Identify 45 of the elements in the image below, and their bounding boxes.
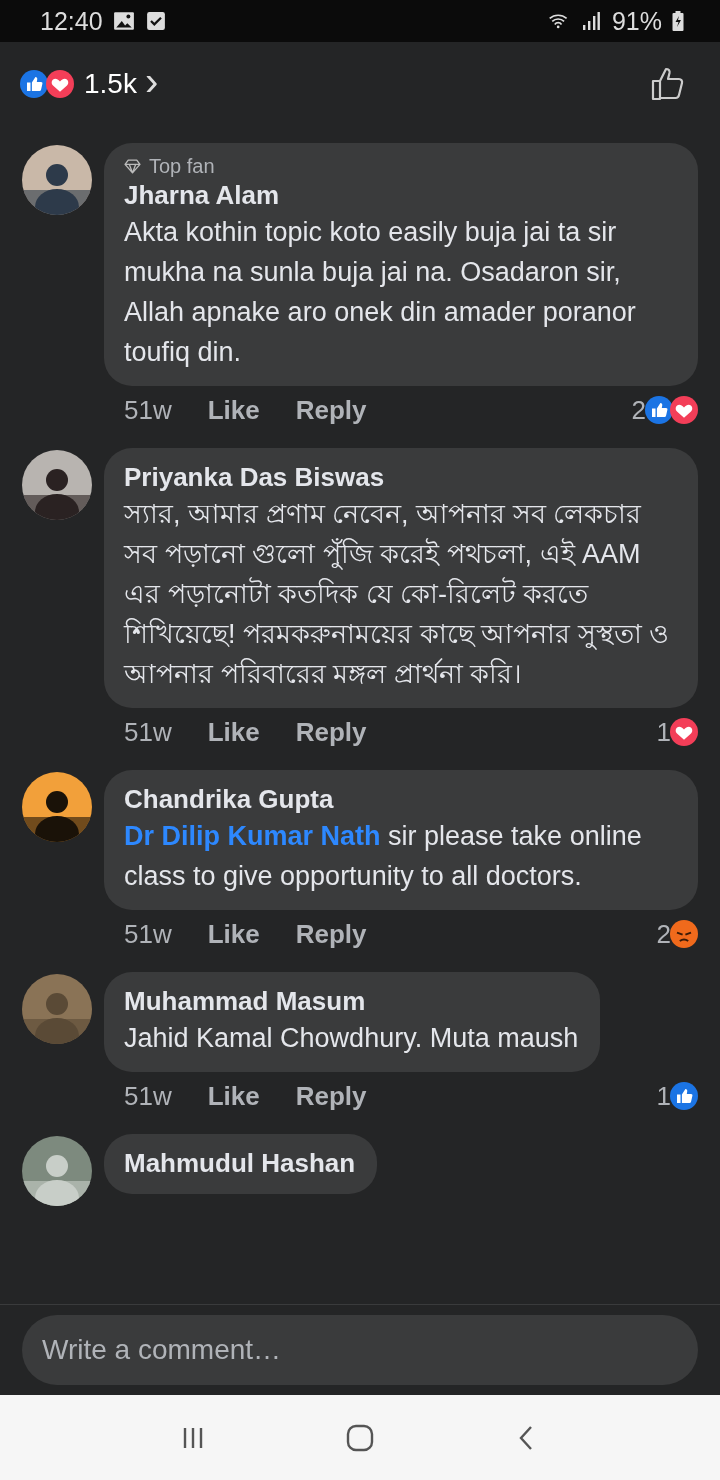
reply-link[interactable]: Reply (295, 716, 367, 748)
like-reaction-icon (645, 396, 673, 424)
like-reaction-icon (20, 69, 48, 98)
home-icon[interactable] (346, 1423, 374, 1452)
heart-reaction-icon (46, 69, 74, 98)
diamond-icon (124, 159, 141, 174)
like-reaction-icon (670, 1082, 698, 1110)
commenter-name[interactable]: Mahmudul Hashan (124, 1146, 356, 1180)
comment-text: Dr Dilip Kumar Nath sir please take online class to give opportunity to all doctors. (124, 820, 643, 893)
reply-link[interactable]: Reply (295, 394, 367, 426)
comment-time: 51w (124, 716, 172, 748)
comment-input-field[interactable]: Write a comment… (22, 1315, 698, 1385)
reaction-count: 2 (656, 918, 671, 950)
commenter-name[interactable]: Muhammad Masum (124, 984, 579, 1018)
heart-reaction-icon (670, 396, 698, 424)
comment-text: Jahid Kamal Chowdhury. Muta maush (124, 1022, 579, 1055)
reply-link[interactable]: Reply (295, 918, 367, 950)
like-link[interactable]: Like (207, 918, 260, 950)
heart-reaction-icon (670, 718, 698, 746)
comment-time: 51w (124, 1080, 172, 1112)
gallery-icon (112, 11, 135, 31)
battery-icon (672, 11, 684, 31)
comment-text: Akta kothin topic koto easily buja jai ta sir mukha na sunla buja jai na. Osadaron sir, Allah apnake aro onek din amader poranor toufiq din. (124, 216, 637, 369)
commenter-name[interactable]: Jharna Alam (124, 178, 676, 212)
comment-time: 51w (124, 394, 172, 426)
reaction-count: 1 (656, 1080, 671, 1112)
battery-percentage: 91% (611, 6, 662, 36)
like-button-icon[interactable] (650, 65, 686, 102)
status-time: 12:40 (40, 6, 103, 36)
reaction-count: 1 (656, 716, 671, 748)
like-link[interactable]: Like (207, 716, 260, 748)
commenter-name[interactable]: Chandrika Gupta (124, 782, 676, 816)
chevron-icon[interactable]: › (144, 60, 159, 101)
commenter-name[interactable]: Priyanka Das Biswas (124, 460, 676, 494)
reaction-count: 2 (631, 394, 646, 426)
checkbox-notification-icon (144, 11, 167, 31)
wifi-icon (547, 11, 570, 31)
reaction-count[interactable]: 1.5k (84, 67, 137, 100)
comment-time: 51w (124, 918, 172, 950)
like-link[interactable]: Like (207, 394, 260, 426)
comment-text: স্যার, আমার প্রণাম নেবেন, আপনার সব লেকচার সব পড়ানো গুলো পুঁজি করেই পথচলা, এই AAM এর পড়ানোটা কতদিক যে কো-রিলেট করতে শিখিয়েছে! পরমকরুনাময়ের কাছে আপনার সুস্থতা ও আপনার পরিবারের মঙ্গল প্রার্থনা করি। (124, 498, 670, 691)
angry-reaction-icon (670, 920, 698, 948)
top-fan-label: Top fan (149, 155, 215, 178)
reply-link[interactable]: Reply (295, 1080, 367, 1112)
like-link[interactable]: Like (207, 1080, 260, 1112)
